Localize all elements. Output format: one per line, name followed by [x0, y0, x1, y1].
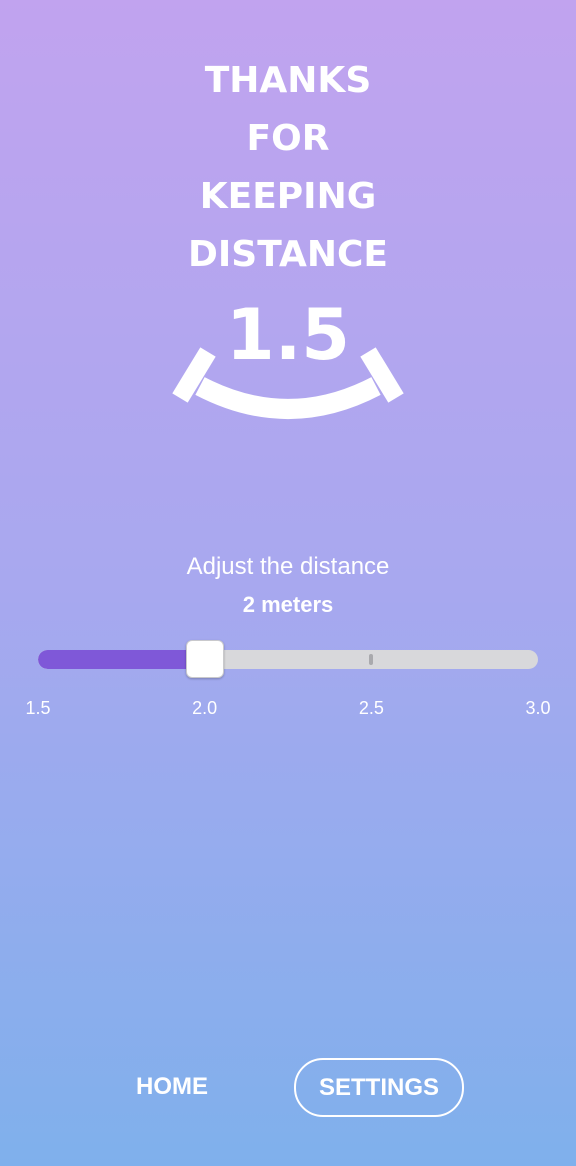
app-screen: THANKS FOR KEEPING DISTANCE 1.5 Adjust t…	[0, 0, 576, 1166]
slider-tick-label: 3.0	[525, 698, 551, 718]
headline: THANKS FOR KEEPING DISTANCE	[0, 52, 576, 284]
slider-tick-label: 2.0	[192, 698, 218, 718]
slider-tick-label: 2.5	[358, 698, 384, 718]
slider-tick-mark	[369, 654, 374, 665]
distance-slider[interactable]	[38, 640, 538, 680]
settings-button[interactable]: SETTINGS	[294, 1058, 464, 1117]
distance-indicator: 1.5	[168, 296, 408, 428]
adjust-distance-label: Adjust the distance	[186, 553, 390, 580]
distance-value: 2 meters	[242, 592, 334, 617]
smile-arc-icon	[172, 347, 404, 419]
slider-fill	[38, 650, 205, 669]
slider-tick-label: 1.5	[25, 698, 51, 718]
slider-thumb[interactable]	[185, 640, 224, 678]
headline-line: FOR	[246, 118, 330, 159]
headline-line: THANKS	[204, 60, 372, 101]
headline-line: DISTANCE	[188, 234, 388, 275]
bottom-nav: HOME SETTINGS	[0, 1058, 576, 1117]
slider-track[interactable]	[38, 650, 538, 669]
headline-line: KEEPING	[199, 176, 377, 217]
home-button[interactable]: HOME	[110, 1058, 234, 1115]
